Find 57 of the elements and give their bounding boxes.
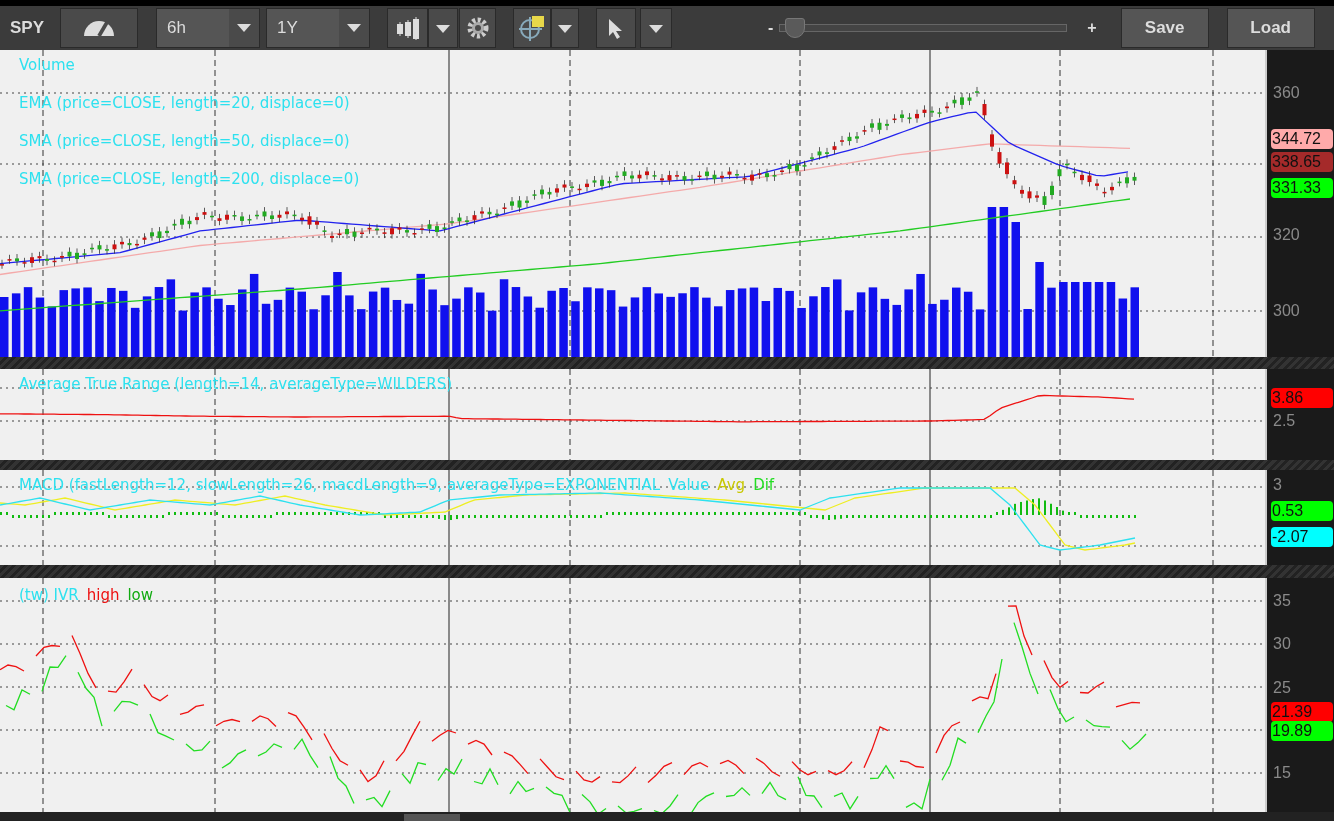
drawing-tools-menu-button[interactable] bbox=[551, 8, 579, 48]
axis-label: 2.5 bbox=[1273, 412, 1296, 430]
crosshair-note-icon bbox=[518, 14, 546, 42]
cursor-menu-button[interactable] bbox=[640, 8, 672, 48]
scrollbar-thumb[interactable] bbox=[404, 814, 460, 821]
caret-icon bbox=[558, 24, 572, 33]
legend-label: SMA (price=CLOSE, length=50, displace=0) bbox=[19, 132, 351, 150]
legend-label: Value bbox=[668, 476, 710, 494]
legend-label: low bbox=[127, 586, 154, 604]
range-dropdown[interactable]: 1Y bbox=[266, 8, 370, 48]
value-badge: 331.33 bbox=[1271, 178, 1333, 198]
zoom-slider-thumb[interactable] bbox=[784, 18, 805, 38]
value-badge: 338.65 bbox=[1271, 152, 1333, 172]
legend-label: Volume bbox=[19, 56, 76, 74]
caret-icon bbox=[347, 24, 361, 32]
legend-label: EMA (price=CLOSE, length=20, displace=0) bbox=[19, 94, 351, 112]
legend-label: high bbox=[86, 586, 120, 604]
axis-label: 15 bbox=[1273, 764, 1291, 782]
legend-label: Average True Range (length=14, averageType=WILDERS) bbox=[19, 375, 453, 393]
cursor-button[interactable] bbox=[596, 8, 636, 48]
value-badge: 0.53 bbox=[1271, 501, 1333, 521]
chart-style-button[interactable] bbox=[387, 8, 428, 48]
zoom-in-label: + bbox=[1087, 18, 1097, 38]
load-button[interactable]: Load bbox=[1226, 8, 1315, 48]
value-badge: -2.07 bbox=[1271, 527, 1333, 547]
speedometer-button[interactable] bbox=[60, 8, 138, 48]
caret-icon bbox=[649, 24, 663, 33]
legend-label: MACD (fastLength=12, slowLength=26, macdLength=9, averageType=EXPONENTIAL bbox=[19, 476, 661, 494]
save-button[interactable]: Save bbox=[1120, 8, 1209, 48]
settings-button[interactable] bbox=[459, 8, 496, 48]
legend-label: SMA (price=CLOSE, length=200, displace=0) bbox=[19, 170, 360, 188]
legend-label: (tw) IVR bbox=[19, 586, 79, 604]
horizontal-scrollbar[interactable] bbox=[0, 812, 1334, 821]
drawing-tools-button[interactable] bbox=[513, 8, 551, 48]
axis-label: 35 bbox=[1273, 592, 1291, 610]
axis-label: 30 bbox=[1273, 635, 1291, 653]
zoom-slider[interactable] bbox=[779, 18, 1068, 38]
value-badge: 21.39 bbox=[1271, 702, 1333, 722]
caret-icon bbox=[237, 24, 251, 32]
value-badge: 19.89 bbox=[1271, 721, 1333, 741]
axis-label: 25 bbox=[1273, 679, 1291, 697]
timeframe-dropdown[interactable]: 6h bbox=[156, 8, 260, 48]
axis-label: 3 bbox=[1273, 476, 1282, 494]
axis-label: 320 bbox=[1273, 226, 1300, 244]
axis-label: 300 bbox=[1273, 302, 1300, 320]
value-badge: 344.72 bbox=[1271, 129, 1333, 149]
axis-label: 360 bbox=[1273, 84, 1300, 102]
settings-icon bbox=[465, 16, 490, 41]
legend-label: Avg bbox=[717, 476, 746, 494]
zoom-out-label: - bbox=[768, 18, 774, 38]
chart-style-menu-button[interactable] bbox=[428, 8, 458, 48]
cursor-icon bbox=[608, 17, 624, 40]
caret-icon bbox=[436, 24, 450, 33]
value-badge: 3.86 bbox=[1271, 388, 1333, 408]
symbol-label: SPY bbox=[10, 17, 46, 40]
legend-label: Dif bbox=[753, 476, 775, 494]
speedometer-icon bbox=[84, 21, 114, 37]
